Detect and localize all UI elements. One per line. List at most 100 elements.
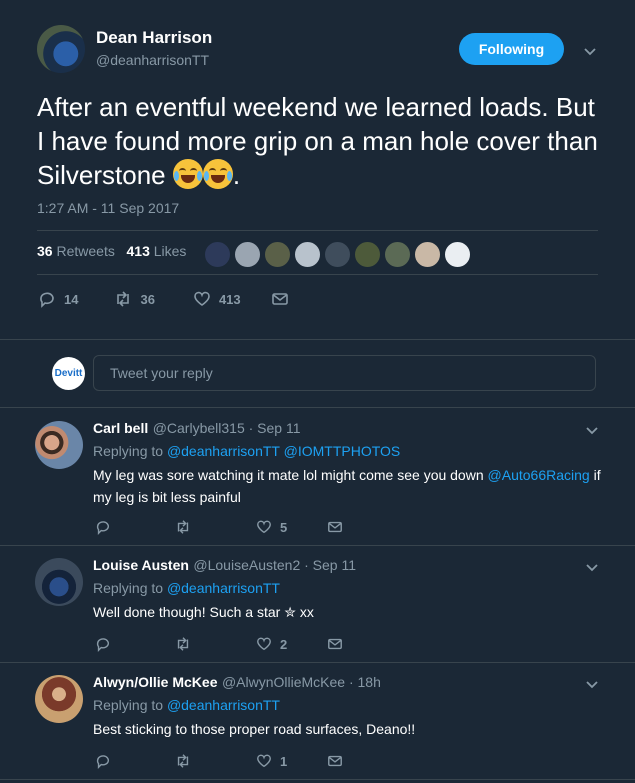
mention-link[interactable]: @IOMTTPHOTOS xyxy=(284,443,401,459)
retweet-icon xyxy=(177,637,189,651)
divider xyxy=(0,339,635,340)
reply-text: Well done though! Such a star ✮ xx xyxy=(93,604,314,620)
author-name[interactable]: Dean Harrison xyxy=(96,28,212,48)
envelope-icon xyxy=(328,521,343,533)
mention-link[interactable]: @deanharrisonTT xyxy=(167,443,280,459)
message-action[interactable] xyxy=(327,636,343,652)
retweet-action[interactable] xyxy=(175,519,191,535)
tears-of-joy-emoji-icon xyxy=(202,159,233,189)
reply-icon xyxy=(40,292,54,308)
tweet-text: After an eventful weekend we learned loa… xyxy=(37,90,607,192)
reply-count: 14 xyxy=(64,291,79,307)
retweets-label[interactable]: Retweets xyxy=(56,243,114,259)
tweet-stats: 36 Retweets 413 Likes xyxy=(37,243,186,259)
liker-avatar[interactable] xyxy=(234,241,261,268)
message-action[interactable] xyxy=(327,519,343,535)
retweet-icon xyxy=(117,291,130,307)
reply-avatar[interactable] xyxy=(35,675,83,723)
message-action[interactable] xyxy=(271,290,289,308)
mention-link[interactable]: @deanharrisonTT xyxy=(167,580,280,596)
divider xyxy=(0,407,635,408)
divider xyxy=(37,230,598,231)
like-count: 413 xyxy=(218,291,241,307)
like-count: 1 xyxy=(280,753,288,769)
divider xyxy=(0,779,635,780)
reply-text-part: my leg is bit less painful xyxy=(93,489,241,505)
heart-icon xyxy=(257,637,271,651)
divider xyxy=(0,662,635,663)
retweet-action[interactable]: 36 xyxy=(114,290,155,308)
chevron-down-icon[interactable] xyxy=(585,423,599,437)
liker-avatar[interactable] xyxy=(294,241,321,268)
replying-to-label: Replying to xyxy=(93,580,164,596)
like-count: 5 xyxy=(280,519,288,535)
heart-icon xyxy=(257,520,271,534)
reply-avatar[interactable] xyxy=(35,421,83,469)
like-action[interactable]: 2 xyxy=(256,636,287,652)
user-avatar[interactable]: Devitt xyxy=(52,357,85,390)
like-action[interactable]: 1 xyxy=(256,753,287,769)
reply-action[interactable] xyxy=(95,753,111,769)
like-action[interactable]: 413 xyxy=(193,290,241,308)
liker-avatar[interactable] xyxy=(444,241,471,268)
liker-avatar[interactable] xyxy=(414,241,441,268)
envelope-icon xyxy=(328,638,343,650)
tweet-body: After an eventful weekend we learned loa… xyxy=(37,92,598,190)
heart-icon xyxy=(194,291,210,306)
author-avatar[interactable] xyxy=(37,25,85,73)
chevron-down-icon[interactable] xyxy=(585,560,599,574)
tears-of-joy-emoji-icon xyxy=(172,159,203,189)
reply-meta[interactable]: @LouiseAusten2 · Sep 11 xyxy=(193,557,356,573)
reply-author-name[interactable]: Alwyn/Ollie McKee xyxy=(93,674,217,690)
reply-action[interactable]: 14 xyxy=(38,290,78,308)
reply-meta[interactable]: @AlwynOllieMcKee · 18h xyxy=(222,674,381,690)
author-handle[interactable]: @deanharrisonTT xyxy=(96,52,209,68)
reply-text-part: My leg was sore watching it mate lol mig… xyxy=(93,467,484,483)
chevron-down-icon[interactable] xyxy=(585,677,599,691)
reply-meta[interactable]: @Carlybell315 · Sep 11 xyxy=(153,420,301,436)
tweet-text-suffix: . xyxy=(232,160,241,190)
like-action[interactable]: 5 xyxy=(256,519,287,535)
retweet-icon xyxy=(177,754,189,768)
reply-text: My leg was sore watching it mate lol mig… xyxy=(93,464,613,508)
reply-actions: 2 xyxy=(95,636,343,652)
reply-actions: 1 xyxy=(95,753,343,769)
reply-avatar[interactable] xyxy=(35,558,83,606)
mention-link[interactable]: @deanharrisonTT xyxy=(167,697,280,713)
likes-count[interactable]: 413 xyxy=(127,243,150,259)
divider xyxy=(0,545,635,546)
mention-link[interactable]: @Auto66Racing xyxy=(488,467,590,483)
envelope-icon xyxy=(328,755,343,767)
tweet-reply-input[interactable] xyxy=(93,355,596,391)
reply-header: Carl bell @Carlybell315 · Sep 11 xyxy=(93,420,593,438)
retweets-count[interactable]: 36 xyxy=(37,243,53,259)
replying-to-label: Replying to xyxy=(93,697,164,713)
liker-avatar[interactable] xyxy=(264,241,291,268)
liker-avatar[interactable] xyxy=(354,241,381,268)
following-button[interactable]: Following xyxy=(459,33,564,65)
reply-author-name[interactable]: Carl bell xyxy=(93,420,148,436)
retweet-action[interactable] xyxy=(175,753,191,769)
replying-to: Replying to @deanharrisonTT xyxy=(93,697,280,713)
retweet-action[interactable] xyxy=(175,636,191,652)
reply-action[interactable] xyxy=(95,519,111,535)
retweet-icon xyxy=(177,520,189,534)
reply-icon xyxy=(96,521,109,535)
divider xyxy=(37,274,598,275)
tweet-actions: 14 36 413 xyxy=(38,290,289,308)
likes-label[interactable]: Likes xyxy=(154,243,187,259)
replying-to: Replying to @deanharrisonTT @IOMTTPHOTOS xyxy=(93,443,400,459)
tweet-timestamp[interactable]: 1:27 AM - 11 Sep 2017 xyxy=(37,200,179,216)
reply-actions: 5 xyxy=(95,519,343,535)
message-action[interactable] xyxy=(327,753,343,769)
reply-author-name[interactable]: Louise Austen xyxy=(93,557,189,573)
liker-avatar[interactable] xyxy=(204,241,231,268)
liker-avatar[interactable] xyxy=(324,241,351,268)
retweet-count: 36 xyxy=(140,291,155,307)
liker-avatar[interactable] xyxy=(384,241,411,268)
chevron-down-icon[interactable] xyxy=(583,44,597,58)
reply-header: Alwyn/Ollie McKee @AlwynOllieMcKee · 18h xyxy=(93,674,593,692)
reply-action[interactable] xyxy=(95,636,111,652)
reply-header: Louise Austen @LouiseAusten2 · Sep 11 xyxy=(93,557,593,575)
liker-avatars xyxy=(204,241,471,268)
